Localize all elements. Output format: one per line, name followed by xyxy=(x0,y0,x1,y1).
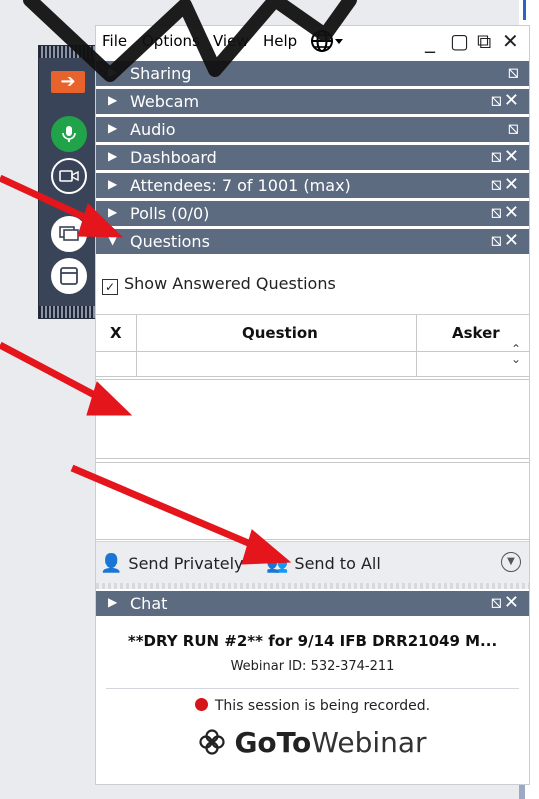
section-label: Chat xyxy=(130,594,168,613)
person-icon: 👤 xyxy=(100,553,123,574)
show-answered-label: Show Answered Questions xyxy=(124,274,336,293)
send-privately-label: Send Privately xyxy=(128,554,244,573)
expand-triangle-icon: ▶ xyxy=(108,177,118,191)
popout-icon[interactable]: ⧉ xyxy=(477,31,491,51)
popout-close-icons[interactable]: ⧅✕ xyxy=(490,230,521,251)
control-bar-grip[interactable] xyxy=(39,306,99,318)
exit-arrow-icon[interactable]: ➔ xyxy=(51,71,85,93)
section-questions[interactable]: ▼ Questions ⧅✕ xyxy=(96,229,529,254)
popout-icon[interactable]: ⧅ xyxy=(508,118,521,139)
expand-triangle-icon: ▶ xyxy=(108,65,118,79)
chevron-down-icon[interactable]: ▼ xyxy=(501,552,521,572)
header-divider xyxy=(96,351,529,352)
send-controls: 👤 Send Privately 👥 Send to All ▼ xyxy=(96,541,529,584)
minimize-icon[interactable]: _ xyxy=(425,31,435,51)
menu-help[interactable]: Help xyxy=(263,32,297,50)
menu-file[interactable]: File xyxy=(102,32,127,50)
expand-triangle-icon: ▶ xyxy=(108,93,118,107)
section-chat[interactable]: ▶ Chat ⧅✕ xyxy=(96,591,529,616)
screen-share-icon[interactable] xyxy=(51,216,87,252)
question-detail-pane xyxy=(96,379,529,459)
expand-triangle-icon: ▶ xyxy=(108,205,118,219)
expand-triangle-icon: ▶ xyxy=(108,121,118,135)
control-bar-grip[interactable] xyxy=(39,46,99,58)
row-divider xyxy=(96,376,529,377)
section-label: Sharing xyxy=(130,64,192,83)
desktop-blue-strip xyxy=(523,0,526,20)
window-icon[interactable] xyxy=(51,258,87,294)
column-divider xyxy=(136,315,137,377)
section-webcam[interactable]: ▶ Webcam ⧅✕ xyxy=(96,89,529,114)
section-label: Webcam xyxy=(130,92,200,111)
collapse-triangle-icon: ▼ xyxy=(108,233,118,247)
expand-triangle-icon: ▶ xyxy=(108,595,118,609)
people-icon: 👥 xyxy=(266,553,289,574)
restore-icon[interactable]: ▢ xyxy=(450,31,469,51)
section-sharing[interactable]: ▶ Sharing ⧅ xyxy=(96,61,529,86)
webcam-icon[interactable] xyxy=(51,158,87,194)
popout-close-icons[interactable]: ⧅✕ xyxy=(490,174,521,195)
recording-dot-icon xyxy=(194,698,208,711)
table-scroll-arrows-icon[interactable]: ⌃ ⌄ xyxy=(511,343,521,365)
section-label: Dashboard xyxy=(130,148,217,167)
popout-close-icons[interactable]: ⧅✕ xyxy=(490,90,521,111)
recording-notice: This session is being recorded. xyxy=(96,698,529,714)
column-header-asker[interactable]: Asker xyxy=(452,315,500,351)
popout-icon[interactable]: ⧅ xyxy=(508,62,521,83)
webinar-control-panel: File Options View Help _ ▢ ⧉ ✕ ▶ Sharing… xyxy=(95,25,530,785)
brand-webinar: Webinar xyxy=(311,726,427,759)
column-header-x[interactable]: X xyxy=(110,315,122,351)
section-attendees[interactable]: ▶ Attendees: 7 of 1001 (max) ⧅✕ xyxy=(96,173,529,198)
language-globe-icon[interactable] xyxy=(310,29,344,57)
gotowebinar-flower-icon xyxy=(199,729,226,755)
questions-table: X Question Asker xyxy=(96,314,529,377)
menu-bar: File Options View Help _ ▢ ⧉ ✕ xyxy=(96,26,531,58)
section-label: Audio xyxy=(130,120,176,139)
section-label: Questions xyxy=(130,232,210,251)
popout-close-icons[interactable]: ⧅✕ xyxy=(490,592,521,613)
webinar-id: Webinar ID: 532-374-211 xyxy=(230,659,395,674)
section-audio[interactable]: ▶ Audio ⧅ xyxy=(96,117,529,142)
brand-goto: GoTo xyxy=(234,726,312,759)
section-polls[interactable]: ▶ Polls (0/0) ⧅✕ xyxy=(96,201,529,226)
section-label: Attendees: 7 of 1001 (max) xyxy=(130,176,351,195)
goto-control-bar: ➔ xyxy=(38,45,100,319)
popout-close-icons[interactable]: ⧅✕ xyxy=(490,202,521,223)
microphone-icon[interactable] xyxy=(51,116,87,152)
pane-resize-grip[interactable] xyxy=(96,583,529,589)
menu-view[interactable]: View xyxy=(213,32,249,50)
divider xyxy=(106,688,519,689)
popout-close-icons[interactable]: ⧅✕ xyxy=(490,146,521,167)
send-privately-button[interactable]: 👤 Send Privately xyxy=(100,553,244,574)
webinar-title: **DRY RUN #2** for 9/14 IFB DRR21049 M..… xyxy=(127,632,498,650)
close-icon[interactable]: ✕ xyxy=(502,31,519,51)
gotowebinar-logo: GoToWebinar xyxy=(96,726,529,759)
expand-triangle-icon: ▶ xyxy=(108,149,118,163)
send-to-all-label: Send to All xyxy=(294,554,381,573)
show-answered-checkbox[interactable]: ✓ Show Answered Questions xyxy=(102,274,336,295)
section-dashboard[interactable]: ▶ Dashboard ⧅✕ xyxy=(96,145,529,170)
section-label: Polls (0/0) xyxy=(130,204,210,223)
column-header-question[interactable]: Question xyxy=(242,315,318,351)
answer-input-pane[interactable] xyxy=(96,462,529,540)
send-to-all-button[interactable]: 👥 Send to All xyxy=(266,553,381,574)
column-divider xyxy=(416,315,417,377)
recording-text: This session is being recorded. xyxy=(214,698,431,714)
checkbox-checked-icon[interactable]: ✓ xyxy=(102,279,118,295)
menu-options[interactable]: Options xyxy=(142,32,200,50)
